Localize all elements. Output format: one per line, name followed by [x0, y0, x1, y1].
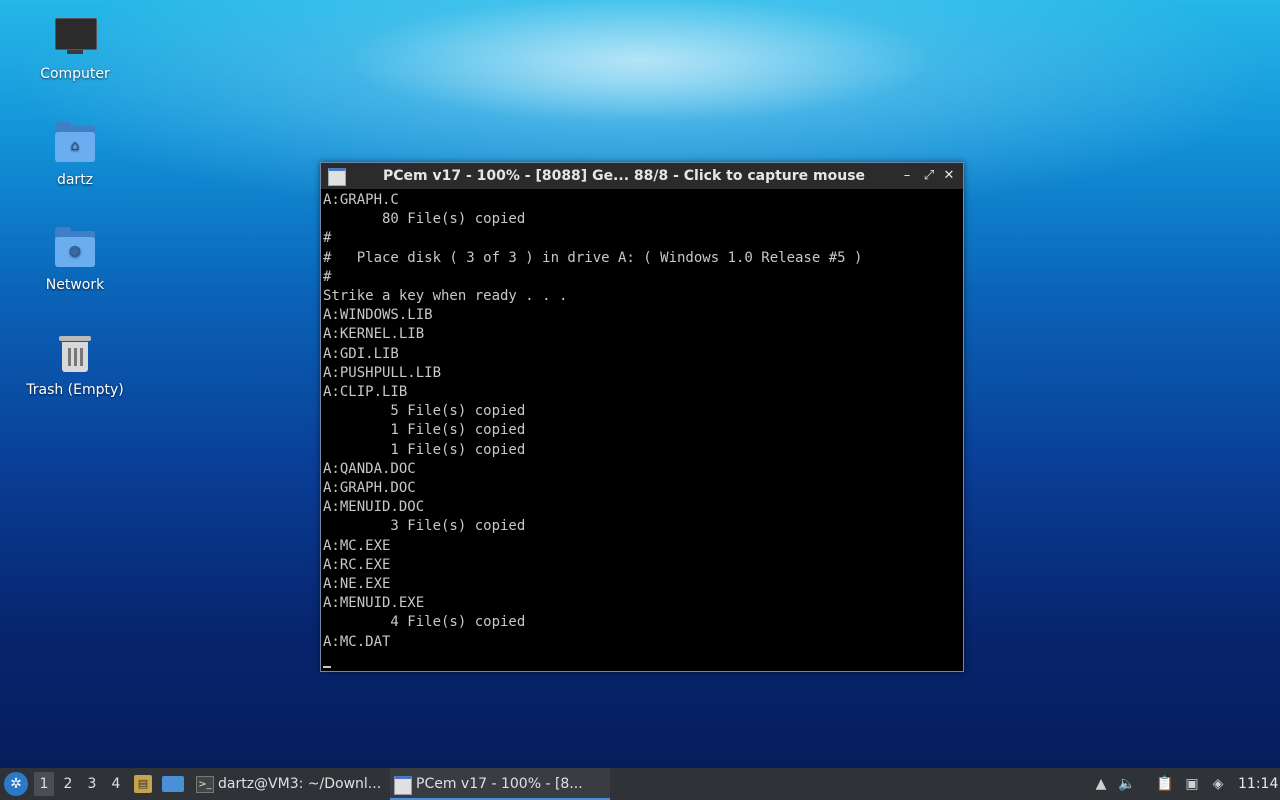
close-button[interactable]: ✕	[939, 166, 959, 186]
console-line: A:RC.EXE	[323, 556, 391, 573]
workspace-1[interactable]: 1	[34, 772, 54, 796]
task-label: dartz@VM3: ~/Downl...	[218, 776, 382, 792]
console-line: #	[323, 268, 332, 285]
clipboard-icon[interactable]: 📋	[1154, 768, 1176, 800]
network-status-icon[interactable]: ▣	[1181, 768, 1203, 800]
workspace-4[interactable]: 4	[106, 768, 126, 800]
emulator-screen[interactable]: A:GRAPH.C 80 File(s) copied # # Place disk…	[321, 191, 963, 671]
taskbar: ✲ 1 2 3 4 ▤ >_ dartz@VM3: ~/Downl... PCe…	[0, 768, 1280, 800]
console-line: 5 File(s) copied	[323, 403, 526, 420]
desktop-icon-home[interactable]: ⌂ dartz	[20, 122, 130, 188]
console-line: 1 File(s) copied	[323, 422, 526, 439]
tray-expand-icon[interactable]: ▲	[1090, 768, 1112, 800]
desktop-icon-network[interactable]: ◍ Network	[20, 227, 130, 293]
trash-icon	[53, 332, 97, 376]
minimize-button[interactable]: –	[897, 166, 917, 186]
console-line: A:MC.DAT	[323, 633, 391, 650]
show-desktop-icon[interactable]	[162, 776, 184, 792]
home-folder-icon: ⌂	[53, 122, 97, 166]
terminal-icon: >_	[196, 776, 214, 793]
console-line: A:MC.EXE	[323, 537, 391, 554]
console-line: A:GRAPH.DOC	[323, 480, 416, 496]
workspace-2[interactable]: 2	[58, 768, 78, 800]
taskbar-task-terminal[interactable]: >_ dartz@VM3: ~/Downl...	[192, 768, 410, 800]
clock[interactable]: 11:14	[1238, 768, 1278, 800]
pcem-window[interactable]: PCem v17 - 100% - [8088] Ge... 88/8 - Cl…	[320, 162, 964, 672]
console-line: A:GRAPH.C	[323, 192, 399, 208]
desktop-icon-label: Computer	[40, 66, 110, 82]
update-notifier-icon[interactable]: ◈	[1207, 768, 1229, 800]
pcem-app-icon[interactable]	[328, 168, 346, 186]
console-line: 1 File(s) copied	[323, 441, 526, 458]
console-line: A:NE.EXE	[323, 576, 391, 592]
console-line: A:MENUID.EXE	[323, 595, 425, 612]
start-menu-icon[interactable]: ✲	[4, 772, 28, 796]
console-line: 4 File(s) copied	[323, 614, 526, 631]
console-line: A:KERNEL.LIB	[323, 326, 425, 343]
desktop-icon-computer[interactable]: Computer	[20, 16, 130, 82]
maximize-button[interactable]: ⤢	[919, 166, 939, 186]
pcem-icon	[394, 776, 412, 795]
text-cursor	[323, 666, 331, 668]
console-line: A:WINDOWS.LIB	[323, 307, 433, 324]
task-label: PCem v17 - 100% - [8...	[416, 776, 583, 792]
console-line: #	[323, 230, 332, 247]
console-line: A:CLIP.LIB	[323, 384, 408, 400]
taskbar-task-pcem[interactable]: PCem v17 - 100% - [8...	[390, 768, 610, 800]
window-titlebar[interactable]: PCem v17 - 100% - [8088] Ge... 88/8 - Cl…	[321, 163, 963, 189]
desktop: Computer ⌂ dartz ◍ Network Trash (Empty)…	[0, 0, 1280, 768]
console-line: A:QANDA.DOC	[323, 460, 416, 477]
desktop-icon-label: Trash (Empty)	[26, 382, 124, 398]
volume-icon[interactable]: 🔈	[1116, 768, 1138, 800]
window-title: PCem v17 - 100% - [8088] Ge... 88/8 - Cl…	[382, 168, 866, 184]
console-line: Strike a key when ready . . .	[323, 288, 568, 304]
console-line: A:GDI.LIB	[323, 345, 399, 362]
desktop-icon-label: Network	[45, 277, 105, 293]
desktop-icon-trash[interactable]: Trash (Empty)	[20, 332, 130, 398]
workspace-3[interactable]: 3	[82, 768, 102, 800]
desktop-icon-label: dartz	[56, 172, 94, 188]
monitor-icon	[53, 16, 97, 60]
console-line: A:MENUID.DOC	[323, 499, 425, 516]
file-manager-launcher-icon[interactable]: ▤	[134, 775, 152, 793]
console-line: A:PUSHPULL.LIB	[323, 364, 442, 381]
console-line: # Place disk ( 3 of 3 ) in drive A: ( Wi…	[323, 249, 863, 266]
console-line: 80 File(s) copied	[323, 211, 526, 228]
network-folder-icon: ◍	[53, 227, 97, 271]
console-line: 3 File(s) copied	[323, 518, 526, 535]
